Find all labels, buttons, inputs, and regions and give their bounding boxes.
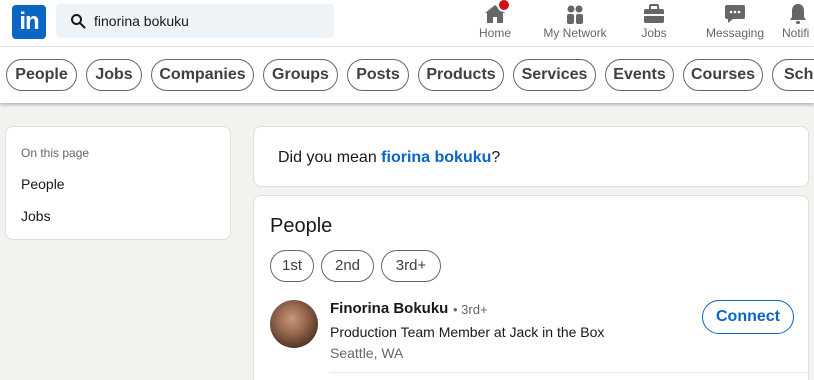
briefcase-icon: [644, 4, 664, 23]
did-you-mean-prefix: Did you mean: [278, 149, 382, 166]
filter-1st-connections[interactable]: 1st: [270, 250, 314, 282]
suggested-query-link[interactable]: fiorina bokuku: [381, 149, 491, 166]
messaging-icon: [725, 5, 745, 23]
did-you-mean-suffix: ?: [491, 149, 501, 166]
filter-services[interactable]: Services: [513, 59, 596, 91]
network-icon: [567, 5, 583, 24]
person-name-link[interactable]: Finorina Bokuku: [330, 300, 448, 317]
filter-3rd-connections[interactable]: 3rd+: [381, 250, 441, 282]
search-filter-bar: People Jobs Companies Groups Posts Produ…: [0, 47, 814, 103]
filter-courses[interactable]: Courses: [683, 59, 763, 91]
filter-companies[interactable]: Companies: [151, 59, 254, 91]
linkedin-logo[interactable]: in: [12, 5, 46, 39]
nav-my-network[interactable]: My Network: [540, 0, 610, 47]
nav-notifications-label: Notifi: [782, 26, 810, 40]
connect-button[interactable]: Connect: [702, 300, 794, 334]
filter-products[interactable]: Products: [418, 59, 504, 91]
on-this-page-caption: On this page: [21, 146, 90, 160]
search-input[interactable]: [94, 4, 324, 38]
nav-messaging[interactable]: Messaging: [702, 0, 768, 47]
filter-events[interactable]: Events: [605, 59, 674, 91]
filter-2nd-connections[interactable]: 2nd: [321, 250, 374, 282]
jump-link-jobs[interactable]: Jobs: [21, 208, 51, 224]
bell-icon: [790, 4, 806, 24]
filter-posts[interactable]: Posts: [347, 59, 409, 91]
avatar[interactable]: [270, 300, 318, 348]
people-section-title: People: [270, 215, 333, 237]
nav-home-label: Home: [478, 26, 511, 40]
notification-badge: [497, 0, 511, 12]
filter-jobs[interactable]: Jobs: [86, 59, 142, 91]
person-location: Seattle, WA: [330, 345, 404, 361]
on-this-page-card: On this page People Jobs: [5, 126, 231, 240]
did-you-mean-card: Did you mean fiorina bokuku?: [253, 126, 809, 187]
nav-jobs-label: Jobs: [641, 26, 667, 40]
filter-people[interactable]: People: [6, 59, 77, 91]
nav-messaging-label: Messaging: [705, 26, 765, 40]
did-you-mean-text: Did you mean fiorina bokuku?: [278, 149, 500, 167]
nav-notifications[interactable]: Notifi: [780, 0, 814, 47]
search-box[interactable]: [56, 4, 334, 38]
filter-schools[interactable]: Scho: [772, 59, 814, 91]
nav-jobs[interactable]: Jobs: [632, 0, 676, 47]
filter-groups[interactable]: Groups: [263, 59, 338, 91]
connection-degree: • 3rd+: [453, 302, 488, 317]
search-icon: [71, 14, 86, 29]
person-headline: Production Team Member at Jack in the Bo…: [330, 324, 605, 340]
nav-my-network-label: My Network: [543, 26, 607, 40]
jump-link-people[interactable]: People: [21, 176, 65, 192]
top-nav-bar: in Home My Network Jobs: [0, 0, 814, 47]
result-divider: [330, 372, 810, 373]
nav-home[interactable]: Home: [470, 0, 520, 47]
people-results-card: People 1st 2nd 3rd+ Finorina Bokuku • 3r…: [253, 195, 810, 380]
